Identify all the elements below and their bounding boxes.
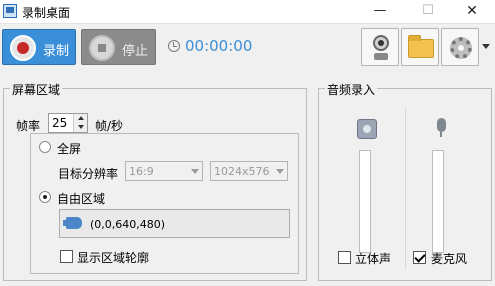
toolbar: 录制 停止 00:00:00 (0, 25, 495, 70)
webcam-base (374, 53, 388, 60)
mic-volume-slider[interactable] (432, 150, 444, 253)
title-bar: 录制桌面 — ☐ ✕ (0, 0, 495, 24)
region-coordinates: (0,0,640,480) (90, 218, 166, 231)
free-area-label[interactable]: 自由区域 (57, 190, 105, 207)
record-icon (10, 35, 36, 61)
audio-divider (405, 108, 406, 270)
clock-icon (168, 40, 180, 52)
stop-button-label: 停止 (122, 44, 149, 59)
speaker-icon (357, 119, 377, 139)
chevron-down-icon (191, 169, 199, 174)
recording-timer: 00:00:00 (185, 37, 253, 55)
maximize-button[interactable]: ☐ (405, 0, 451, 24)
record-button[interactable]: 录制 (2, 29, 76, 65)
aspect-ratio-value: 16:9 (129, 165, 154, 178)
folder-icon (408, 35, 434, 58)
microphone-label[interactable]: 麦克风 (431, 250, 467, 267)
fps-decrement-icon[interactable] (73, 123, 87, 132)
select-region-button[interactable]: (0,0,640,480) (59, 209, 290, 238)
stop-icon (89, 35, 115, 61)
fullscreen-label[interactable]: 全屏 (57, 140, 81, 157)
resolution-value: 1024x576 (214, 165, 270, 178)
fps-unit: 帧/秒 (95, 119, 124, 133)
fps-value[interactable]: 25 (52, 116, 67, 130)
free-area-radio[interactable] (39, 191, 51, 203)
webcam-button[interactable] (361, 28, 399, 66)
fps-spinner[interactable]: 25 (48, 113, 88, 133)
chevron-down-icon (276, 169, 284, 174)
target-resolution-label: 目标分辨率 (58, 167, 119, 181)
window-title: 录制桌面 (22, 6, 71, 20)
microphone-checkbox[interactable] (413, 251, 426, 264)
screen-area-label: 屏幕区域 (10, 81, 63, 98)
webcam-icon (373, 35, 389, 51)
minimize-button[interactable]: — (357, 0, 403, 24)
close-button[interactable]: ✕ (449, 0, 495, 24)
app-icon (3, 4, 17, 18)
stereo-volume-slider[interactable] (359, 150, 371, 253)
stereo-label[interactable]: 立体声 (355, 250, 391, 267)
microphone-icon (437, 118, 446, 137)
settings-button[interactable] (441, 28, 479, 66)
stop-button[interactable]: 停止 (81, 29, 156, 65)
show-outline-checkbox[interactable] (60, 250, 73, 263)
record-button-label: 录制 (43, 44, 70, 59)
audio-input-label: 音频录入 (325, 81, 378, 98)
fps-label: 帧率 (16, 119, 41, 133)
open-folder-button[interactable] (401, 28, 439, 66)
aspect-ratio-select[interactable]: 16:9 (125, 161, 203, 181)
resolution-select[interactable]: 1024x576 (210, 161, 288, 181)
pointing-hand-icon (63, 217, 82, 229)
gear-icon (450, 37, 472, 59)
stereo-checkbox[interactable] (338, 251, 351, 264)
settings-dropdown-icon[interactable] (482, 44, 490, 49)
show-outline-label[interactable]: 显示区域轮廓 (77, 249, 149, 266)
fps-increment-icon[interactable] (73, 114, 87, 123)
fullscreen-radio[interactable] (39, 141, 51, 153)
